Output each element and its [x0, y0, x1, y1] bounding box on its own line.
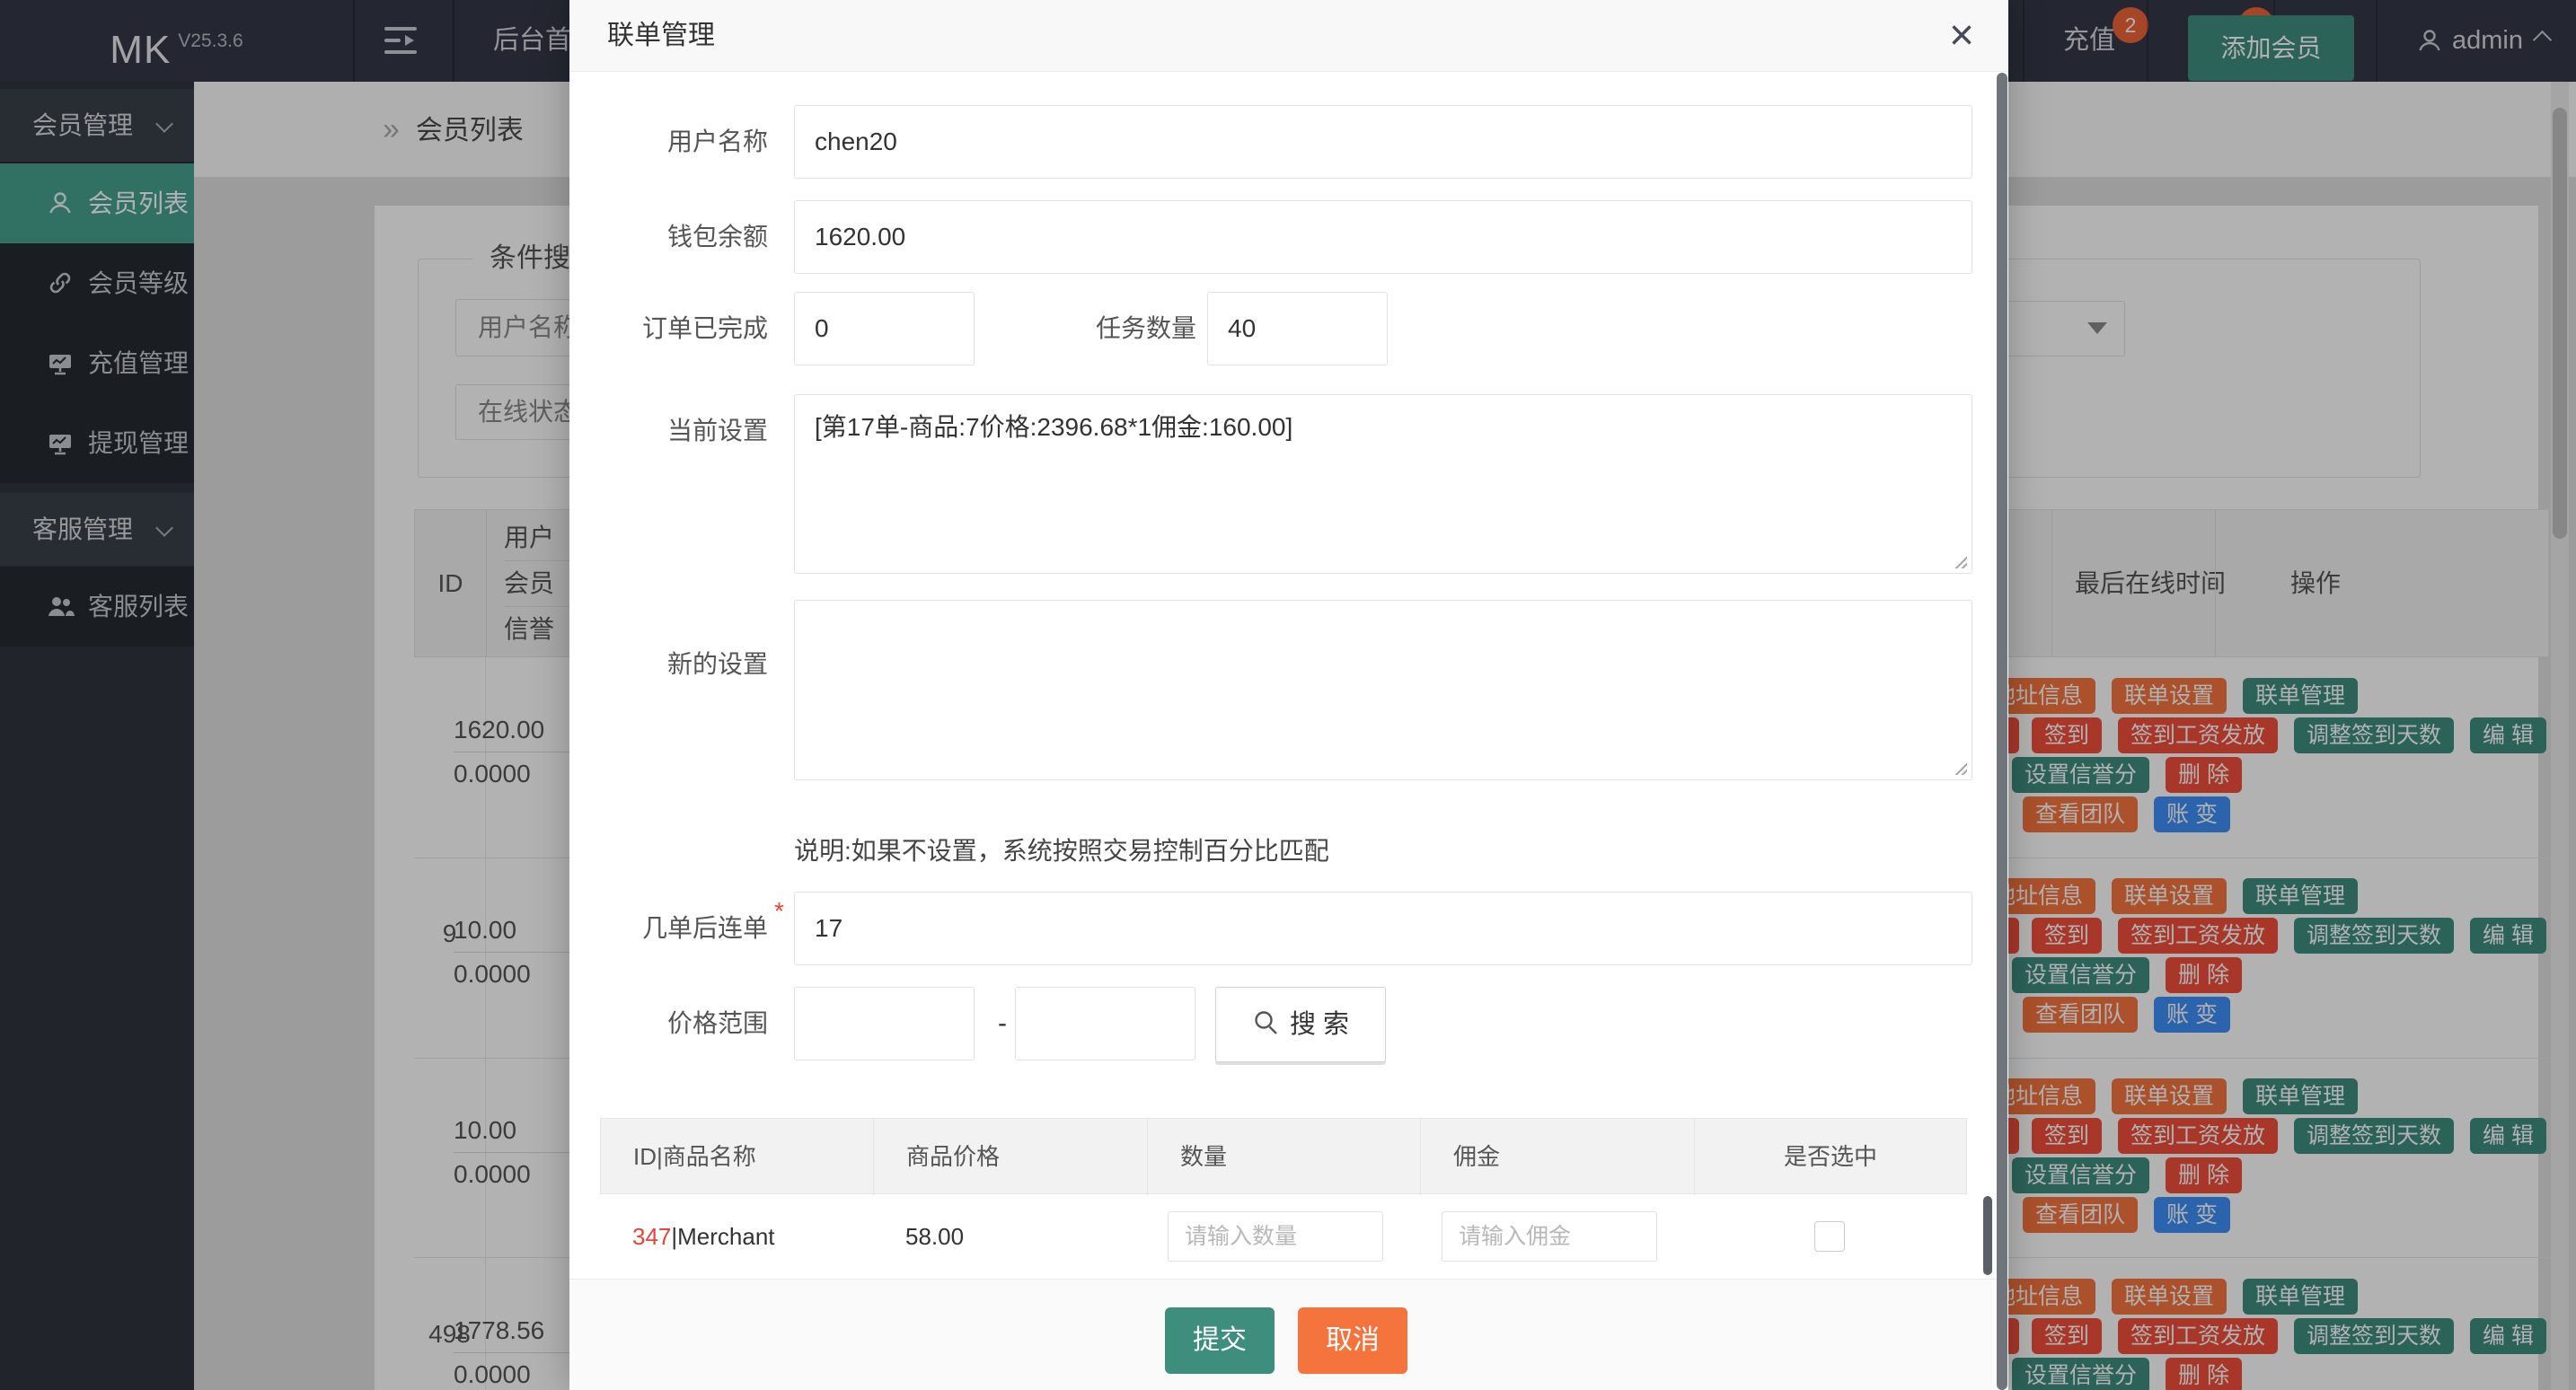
current-setting-textarea[interactable]: [第17单-商品:7价格:2396.68*1佣金:160.00] [794, 394, 1972, 574]
task-count-input[interactable] [1207, 292, 1388, 365]
col-quantity: 数量 [1148, 1119, 1421, 1195]
modal-scrollbar-thumb[interactable] [1997, 73, 2007, 1390]
app-root: MKV25.3.6 后台首页 充值 2 提现 5 ↻ admin 会员管理 [0, 0, 2576, 1390]
col-id-name: ID|商品名称 [601, 1119, 874, 1195]
search-icon [1252, 1008, 1281, 1037]
quantity-input[interactable] [1168, 1211, 1383, 1262]
new-setting-label: 新的设置 [569, 628, 768, 701]
cancel-button[interactable]: 取消 [1298, 1307, 1407, 1374]
col-commission: 佣金 [1421, 1119, 1695, 1195]
price-min-input[interactable] [794, 987, 975, 1060]
current-setting-label: 当前设置 [569, 394, 768, 468]
product-row: 347|Merchant 58.00 [600, 1194, 1967, 1280]
price-max-input[interactable] [1015, 987, 1195, 1060]
search-button-label: 搜 索 [1290, 1010, 1349, 1039]
chain-after-input[interactable] [794, 892, 1972, 965]
product-price: 58.00 [873, 1194, 1147, 1279]
setting-note: 说明:如果不设置，系统按照交易控制百分比匹配 [794, 831, 1329, 867]
close-icon[interactable]: × [1949, 9, 1974, 63]
commission-input[interactable] [1442, 1211, 1657, 1262]
wallet-input[interactable] [794, 200, 1972, 274]
new-setting-textarea[interactable] [794, 600, 1972, 780]
product-id-name: 347|Merchant [600, 1194, 873, 1279]
orders-done-input[interactable] [794, 292, 975, 365]
orders-done-label: 订单已完成 [569, 292, 768, 365]
product-table-header: ID|商品名称 商品价格 数量 佣金 是否选中 [600, 1118, 1967, 1194]
product-name: |Merchant [671, 1223, 774, 1250]
modal-title: 联单管理 [607, 0, 715, 72]
chain-order-modal: 联单管理 × 用户名称 钱包余额 订单已完成 任务数量 当前设置 [第17单-商… [569, 0, 2008, 1390]
product-table: ID|商品名称 商品价格 数量 佣金 是否选中 347|Merchant 58.… [600, 1118, 1967, 1280]
wallet-label: 钱包余额 [569, 200, 768, 274]
price-range-label: 价格范围 [569, 987, 768, 1060]
modal-header: 联单管理 × [569, 0, 2008, 72]
search-button[interactable]: 搜 索 [1215, 987, 1386, 1062]
required-asterisk: * [774, 897, 784, 926]
col-price: 商品价格 [874, 1119, 1148, 1195]
col-selected: 是否选中 [1695, 1119, 1966, 1195]
username-label: 用户名称 [569, 105, 768, 179]
product-id: 347 [632, 1223, 671, 1250]
task-count-label: 任务数量 [1053, 292, 1196, 365]
modal-footer: 提交 取消 [569, 1279, 2008, 1390]
username-input[interactable] [794, 105, 1972, 179]
table-scrollbar-thumb[interactable] [1983, 1196, 1992, 1275]
chain-after-label: 几单后连单 [569, 892, 768, 965]
select-checkbox[interactable] [1814, 1221, 1845, 1252]
submit-button[interactable]: 提交 [1165, 1307, 1275, 1374]
